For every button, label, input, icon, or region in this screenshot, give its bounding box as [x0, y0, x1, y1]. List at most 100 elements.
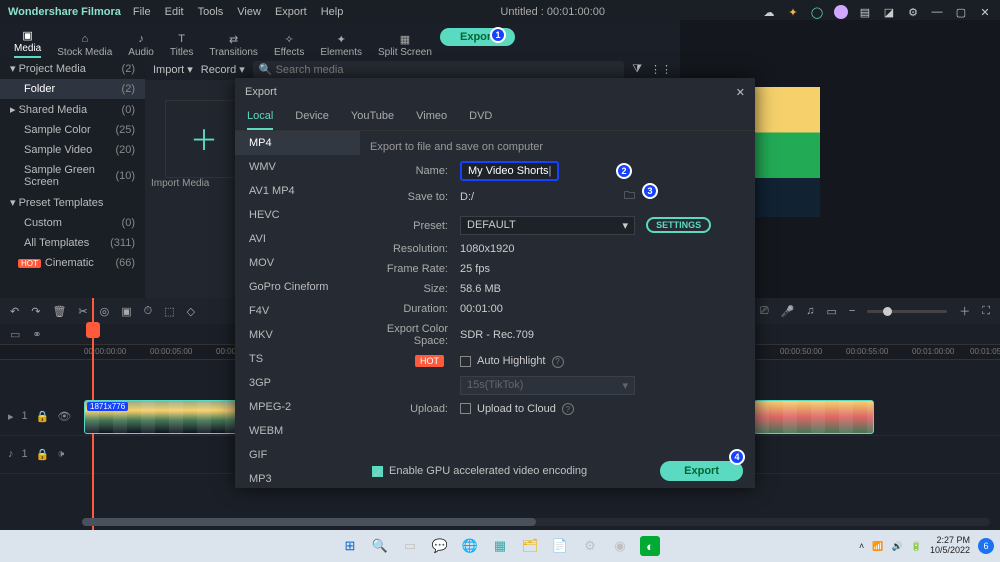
- mic-icon[interactable]: 🎤: [781, 305, 795, 318]
- sidebar-item[interactable]: All Templates(311): [0, 233, 145, 253]
- crop-icon[interactable]: ▣: [121, 305, 131, 318]
- taskview-icon[interactable]: ▭: [400, 536, 420, 556]
- sidebar-item[interactable]: ▸ Shared Media(0): [0, 99, 145, 120]
- menu-tools[interactable]: Tools: [198, 6, 224, 18]
- sidebar-item-folder[interactable]: Folder(2): [0, 79, 145, 99]
- notification-badge[interactable]: 6: [978, 538, 994, 554]
- cat-split[interactable]: ▦Split Screen: [370, 32, 440, 58]
- menu-export[interactable]: Export: [275, 6, 307, 18]
- wifi-icon[interactable]: 📶: [872, 541, 883, 552]
- app-icon[interactable]: ▦: [490, 536, 510, 556]
- help-icon[interactable]: ?: [552, 356, 564, 368]
- sidebar-item[interactable]: Sample Color(25): [0, 120, 145, 140]
- grid-icon[interactable]: ⋮⋮: [650, 63, 672, 76]
- search-input[interactable]: 🔍 Search media: [253, 61, 624, 78]
- minimize-icon[interactable]: —: [930, 5, 944, 19]
- folder-icon[interactable]: 🗀: [624, 187, 635, 206]
- color-icon[interactable]: ⬚: [164, 305, 174, 318]
- marker-icon[interactable]: ◎: [100, 305, 110, 318]
- export-confirm-button[interactable]: Export: [660, 461, 743, 481]
- format-item[interactable]: GoPro Cineform: [235, 275, 360, 299]
- format-item[interactable]: TS: [235, 347, 360, 371]
- zoom-in-icon[interactable]: ＋: [959, 303, 970, 319]
- cat-audio[interactable]: ♪Audio: [120, 32, 162, 58]
- clock[interactable]: 2:27 PM: [936, 535, 970, 545]
- speed-icon[interactable]: ⏱: [144, 305, 153, 318]
- tab-device[interactable]: Device: [295, 110, 329, 130]
- mix-icon[interactable]: ⎚: [760, 305, 769, 318]
- format-item[interactable]: AV1 MP4: [235, 179, 360, 203]
- sidebar-item[interactable]: Sample Video(20): [0, 140, 145, 160]
- view-icon[interactable]: ▭: [826, 305, 836, 318]
- sidebar-item[interactable]: ▾ Preset Templates: [0, 192, 145, 213]
- avatar[interactable]: [834, 5, 848, 19]
- format-item[interactable]: MKV: [235, 323, 360, 347]
- fit-icon[interactable]: ⛶: [982, 305, 990, 318]
- tab-local[interactable]: Local: [247, 110, 273, 130]
- help-icon[interactable]: ?: [562, 403, 574, 415]
- video-clip[interactable]: [754, 400, 874, 434]
- record-dropdown[interactable]: Record ▾: [201, 63, 245, 76]
- save-path[interactable]: D:/🗀: [460, 185, 635, 208]
- format-item[interactable]: GIF: [235, 443, 360, 467]
- close-icon[interactable]: ✕: [978, 5, 992, 19]
- zoom-out-icon[interactable]: −: [849, 305, 855, 317]
- link-icon[interactable]: ⚭: [32, 328, 41, 341]
- sidebar-item[interactable]: Sample Green Screen(10): [0, 160, 145, 192]
- format-item[interactable]: MPEG-2: [235, 395, 360, 419]
- chrome-icon[interactable]: ◉: [610, 536, 630, 556]
- gear-icon[interactable]: ⚙: [906, 5, 920, 19]
- import-dropdown[interactable]: Import ▾: [153, 63, 193, 76]
- search-icon[interactable]: 🔍: [370, 536, 390, 556]
- zoom-slider[interactable]: [867, 310, 947, 313]
- cat-effects[interactable]: ✧Effects: [266, 32, 312, 58]
- audio-icon[interactable]: ♫: [806, 305, 814, 317]
- upload-cloud-checkbox[interactable]: [460, 403, 471, 414]
- headset-icon[interactable]: ◯: [810, 5, 824, 19]
- settings-icon[interactable]: ⚙: [580, 536, 600, 556]
- edge-icon[interactable]: 🌐: [460, 536, 480, 556]
- bell-icon[interactable]: ◪: [882, 5, 896, 19]
- timeline-scrollbar[interactable]: [82, 518, 990, 526]
- format-item[interactable]: HEVC: [235, 203, 360, 227]
- system-tray[interactable]: ˄ 📶 🔊 🔋 2:27 PM10/5/2022 6: [859, 536, 994, 556]
- keyframe-icon[interactable]: ◇: [187, 305, 195, 318]
- format-item[interactable]: WMV: [235, 155, 360, 179]
- format-item[interactable]: MP4: [235, 131, 360, 155]
- cat-transitions[interactable]: ⇄Transitions: [201, 32, 266, 58]
- delete-icon[interactable]: 🗑: [52, 305, 66, 318]
- name-input[interactable]: My Video Shorts|: [460, 161, 559, 181]
- redo-icon[interactable]: ↷: [31, 305, 40, 318]
- preset-dropdown[interactable]: DEFAULT▾: [460, 216, 635, 235]
- format-item[interactable]: WEBM: [235, 419, 360, 443]
- format-item[interactable]: AVI: [235, 227, 360, 251]
- note-icon[interactable]: ▤: [858, 5, 872, 19]
- menu-edit[interactable]: Edit: [165, 6, 184, 18]
- cat-stock[interactable]: ⌂Stock Media: [49, 32, 120, 58]
- format-item[interactable]: F4V: [235, 299, 360, 323]
- close-icon[interactable]: ✕: [736, 86, 745, 99]
- notes-icon[interactable]: 📄: [550, 536, 570, 556]
- format-item[interactable]: MOV: [235, 251, 360, 275]
- menu-view[interactable]: View: [237, 6, 261, 18]
- gpu-checkbox-row[interactable]: ✓Enable GPU accelerated video encoding: [372, 465, 587, 477]
- filmora-icon[interactable]: ◐: [640, 536, 660, 556]
- settings-button[interactable]: SETTINGS: [646, 217, 711, 233]
- gpu-checkbox[interactable]: ✓: [372, 466, 383, 477]
- explorer-icon[interactable]: 🗂: [520, 536, 540, 556]
- chat-icon[interactable]: 💬: [430, 536, 450, 556]
- menu-file[interactable]: File: [133, 6, 151, 18]
- date[interactable]: 10/5/2022: [930, 545, 970, 555]
- ripple-icon[interactable]: ▭: [10, 328, 20, 341]
- cut-icon[interactable]: ✂: [78, 305, 87, 318]
- import-media-drop[interactable]: ＋: [165, 100, 243, 178]
- filter-icon[interactable]: ⧩: [632, 63, 642, 76]
- sidebar-item[interactable]: Custom(0): [0, 213, 145, 233]
- maximize-icon[interactable]: ▢: [954, 5, 968, 19]
- format-item[interactable]: MP3: [235, 467, 360, 485]
- auto-highlight-checkbox[interactable]: [460, 356, 471, 367]
- spark-icon[interactable]: ✦: [786, 5, 800, 19]
- cat-media[interactable]: ▣Media: [6, 28, 49, 58]
- battery-icon[interactable]: 🔋: [911, 541, 922, 552]
- menu-help[interactable]: Help: [321, 6, 344, 18]
